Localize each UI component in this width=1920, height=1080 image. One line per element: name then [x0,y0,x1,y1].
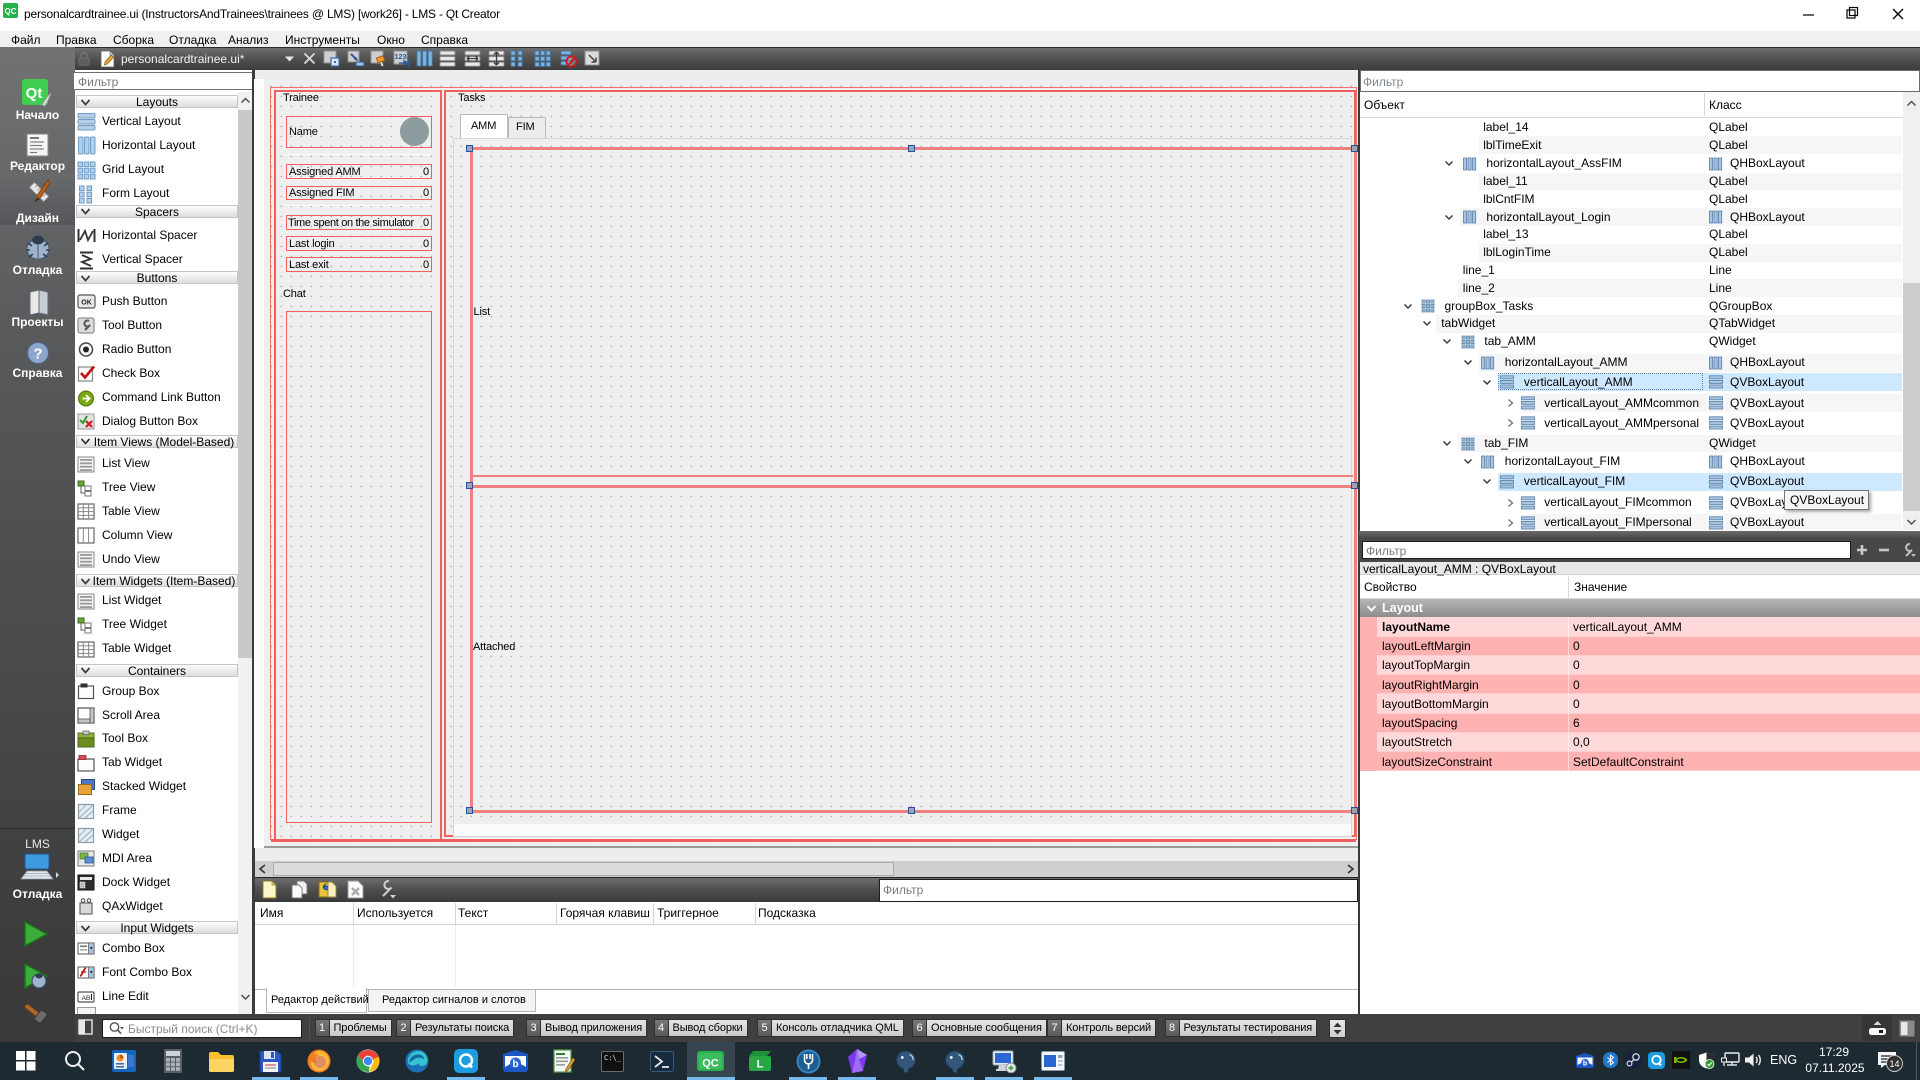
svg-text:b: b [1583,1060,1587,1067]
svg-text:OK: OK [81,300,92,307]
svg-text:C:\_: C:\_ [604,1054,622,1062]
svg-text:L: L [756,1059,763,1071]
svg-text:AB: AB [82,995,91,1002]
svg-text:QC: QC [702,1058,719,1070]
svg-text:QC: QC [5,7,17,16]
svg-text:123: 123 [395,54,407,61]
svg-text:Qt: Qt [26,85,43,102]
svg-text:b: b [512,1059,518,1070]
svg-text:?: ? [33,346,42,363]
